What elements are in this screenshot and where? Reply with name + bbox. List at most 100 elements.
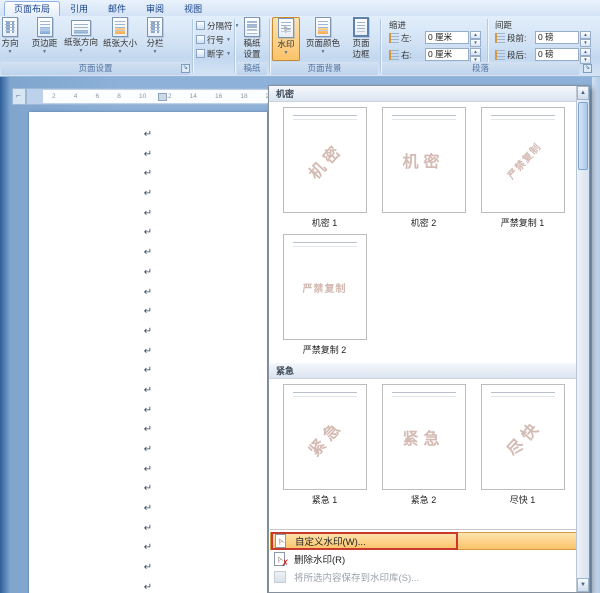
paragraph-mark: ↵ xyxy=(143,148,153,160)
margins-button[interactable]: 页边距 ▼ xyxy=(28,17,61,61)
watermark-preview-text: 紧急 xyxy=(305,417,347,460)
indent-marker[interactable] xyxy=(158,93,167,101)
spacing-after-icon xyxy=(495,49,505,60)
scroll-down-icon[interactable]: ▼ xyxy=(577,578,589,592)
paragraph-mark: ↵ xyxy=(143,562,153,574)
watermark-option-jimi-2[interactable]: 机密 机密 2 xyxy=(374,107,473,229)
spin-up-icon[interactable]: ▲ xyxy=(470,47,481,56)
word-window: 页面布局 引用 邮件 审阅 视图 方向 ▼ 页边距 ▼ 纸张方向 ▼ 纸张大小 … xyxy=(0,0,600,593)
group-separator xyxy=(234,19,235,73)
tab-view[interactable]: 视图 xyxy=(174,1,212,16)
remove-watermark-menu-item[interactable]: ✗ 删除水印(R) xyxy=(270,550,588,568)
indent-right-input[interactable]: 0 厘米 xyxy=(425,48,469,61)
indent-left-stepper[interactable]: ▲ ▼ xyxy=(470,30,481,47)
group-manuscript: 稿纸 设置 稿纸 xyxy=(236,16,268,76)
scroll-up-icon[interactable]: ▲ xyxy=(577,86,589,100)
spacing-before-stepper[interactable]: ▲ ▼ xyxy=(580,30,591,47)
dialog-launcher-icon[interactable]: ⇘ xyxy=(583,64,592,73)
scrollbar-thumb[interactable] xyxy=(578,102,588,170)
watermark-preview-text: 尽快 xyxy=(503,417,545,460)
watermark-option-label: 严禁复制 2 xyxy=(302,345,347,355)
page-borders-label: 页面 xyxy=(352,38,370,48)
indent-right-stepper[interactable]: ▲ ▼ xyxy=(470,47,481,64)
document-page[interactable]: ↵ ↵ ↵ ↵ ↵ ↵ ↵ ↵ ↵ ↵ ↵ ↵ ↵ ↵ ↵ ↵ ↵ ↵ ↵ ↵ ↵ ↵ ↵ ↵ xyxy=(28,112,268,593)
group-page-setup: 方向 ▼ 页边距 ▼ 纸张方向 ▼ 纸张大小 ▼ 分栏 ▼ 分隔符 ▼ 行号 ▼… xyxy=(0,16,239,76)
gallery-scrollbar[interactable]: ▲ ▼ xyxy=(576,86,589,592)
watermark-thumbnail: 尽快 xyxy=(480,384,565,490)
spin-up-icon[interactable]: ▲ xyxy=(580,30,591,39)
watermark-thumbnail: 严禁复制 xyxy=(282,234,367,340)
watermark-option-jimi-1[interactable]: 机密 机密 1 xyxy=(275,107,374,229)
watermark-option-jinji-1[interactable]: 紧急 紧急 1 xyxy=(275,384,374,506)
spin-up-icon[interactable]: ▲ xyxy=(580,47,591,56)
tab-review[interactable]: 审阅 xyxy=(136,1,174,16)
watermark-option-jinkuai-1[interactable]: 尽快 尽快 1 xyxy=(473,384,572,506)
watermark-label: 水印 xyxy=(277,39,295,49)
ruler-mark: 2 xyxy=(52,93,56,100)
paragraph-mark: ↵ xyxy=(143,227,153,239)
watermark-option-label: 严禁复制 1 xyxy=(500,218,545,228)
spin-down-icon[interactable]: ▼ xyxy=(580,55,591,64)
spacing-after-stepper[interactable]: ▲ ▼ xyxy=(580,47,591,64)
margins-icon xyxy=(36,17,53,37)
watermark-option-yanjinfuzhi-2[interactable]: 严禁复制 严禁复制 2 xyxy=(275,234,374,356)
custom-watermark-icon xyxy=(274,533,289,549)
paragraph-mark: ↵ xyxy=(143,325,153,337)
paragraph-mark: ↵ xyxy=(143,306,153,318)
page-borders-label2: 边框 xyxy=(352,49,370,59)
tab-mailings[interactable]: 邮件 xyxy=(98,1,136,16)
indent-right-row: 右: 0 厘米 ▲ ▼ xyxy=(389,47,481,64)
watermark-option-yanjinfuzhi-1[interactable]: 严禁复制 严禁复制 1 xyxy=(473,107,572,229)
gallery-items-confidential: 机密 机密 1 机密 机密 2 严禁复制 严禁复制 1 严禁复制 严禁复制 2 xyxy=(269,102,576,363)
columns-button[interactable]: 分栏 ▼ xyxy=(140,17,170,61)
text-direction-icon xyxy=(2,17,18,37)
custom-watermark-menu-item[interactable]: 自定义水印(W)... xyxy=(270,532,588,550)
spacing-after-row: 段后: 0 磅 ▲ ▼ xyxy=(495,47,591,64)
indent-left-input[interactable]: 0 厘米 xyxy=(425,31,469,44)
watermark-option-label: 紧急 1 xyxy=(311,495,338,505)
page-color-button[interactable]: 页面颜色 ▼ xyxy=(302,17,344,61)
ruler-mark: 4 xyxy=(73,93,78,100)
watermark-button[interactable]: 水印 ▼ xyxy=(272,17,300,61)
page-borders-button[interactable]: 页面 边框 xyxy=(346,17,376,61)
spacing-after-input[interactable]: 0 磅 xyxy=(535,48,579,61)
size-button[interactable]: 纸张大小 ▼ xyxy=(101,17,139,61)
hyphenation-label: 断字 xyxy=(207,48,225,59)
spin-down-icon[interactable]: ▼ xyxy=(470,38,481,47)
group-label-page-background: 页面背景 xyxy=(271,62,378,75)
watermark-thumbnail: 紧急 xyxy=(381,384,466,490)
save-selection-icon xyxy=(273,570,288,585)
ruler-tab-selector[interactable] xyxy=(12,88,26,105)
watermark-option-jinji-2[interactable]: 紧急 紧急 2 xyxy=(374,384,473,506)
gallery-section-header-confidential: 机密 xyxy=(269,86,576,102)
breaks-label: 分隔符 xyxy=(207,20,233,31)
paragraph-mark: ↵ xyxy=(143,542,153,554)
hyphenation-button[interactable]: 断字 ▼ xyxy=(196,47,233,60)
paragraph-mark: ↵ xyxy=(143,247,153,259)
spacing-after-label: 段后: xyxy=(507,49,527,60)
orientation-button[interactable]: 纸张方向 ▼ xyxy=(62,17,100,61)
text-direction-button[interactable]: 方向 ▼ xyxy=(0,17,26,61)
dialog-launcher-icon[interactable]: ⇘ xyxy=(181,64,190,73)
spin-up-icon[interactable]: ▲ xyxy=(470,30,481,39)
tab-page-layout[interactable]: 页面布局 xyxy=(4,1,61,16)
paragraph-mark: ↵ xyxy=(143,365,153,377)
horizontal-ruler: 2468101214161820 xyxy=(26,88,282,105)
ruler-mark: 8 xyxy=(117,93,121,100)
breaks-button[interactable]: 分隔符 ▼ xyxy=(196,19,239,32)
group-label-page-setup: 页面设置 xyxy=(1,62,190,75)
breaks-icon xyxy=(196,21,205,30)
indent-right-icon xyxy=(389,49,399,60)
spacing-before-input[interactable]: 0 磅 xyxy=(535,31,579,44)
size-label: 纸张大小 xyxy=(102,38,137,48)
custom-watermark-label: 自定义水印(W)... xyxy=(295,537,366,548)
remove-watermark-label: 删除水印(R) xyxy=(294,555,346,566)
vertical-scrollbar[interactable] xyxy=(591,77,600,593)
tab-references[interactable]: 引用 xyxy=(60,1,98,16)
page-color-icon xyxy=(315,17,331,37)
remove-watermark-icon: ✗ xyxy=(273,551,289,568)
manuscript-setup-button[interactable]: 稿纸 设置 xyxy=(237,17,267,61)
chevron-down-icon: ▼ xyxy=(152,49,158,55)
line-numbers-button[interactable]: 行号 ▼ xyxy=(196,33,233,46)
spin-down-icon[interactable]: ▼ xyxy=(580,38,591,47)
